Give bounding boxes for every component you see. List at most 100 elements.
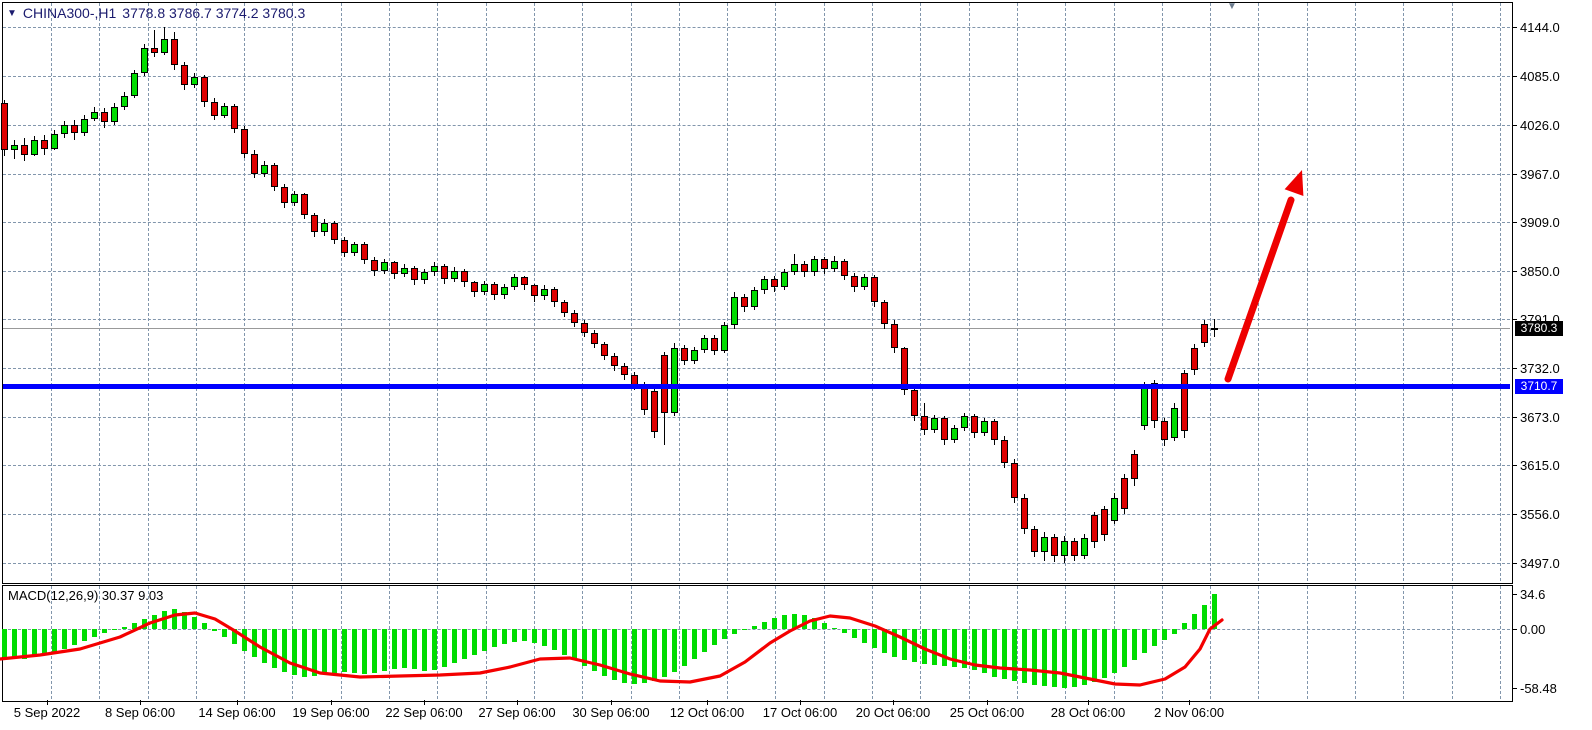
grid-line-vertical bbox=[341, 3, 342, 581]
price-axis-label: 3967.0 bbox=[1520, 167, 1560, 182]
macd-histogram-bar bbox=[702, 629, 707, 652]
last-price-line bbox=[3, 328, 1510, 329]
candle-body bbox=[971, 416, 978, 433]
time-axis-tick bbox=[611, 700, 612, 705]
macd-histogram-bar bbox=[812, 618, 817, 629]
grid-line-vertical bbox=[1452, 586, 1453, 699]
symbol-dropdown-icon[interactable]: ▼ bbox=[7, 8, 17, 19]
time-axis-label: 19 Sep 06:00 bbox=[292, 705, 369, 720]
macd-histogram-bar bbox=[1122, 629, 1127, 667]
grid-line-vertical bbox=[1403, 3, 1404, 581]
time-axis-tick bbox=[140, 700, 141, 705]
candle-body bbox=[761, 279, 768, 291]
candle-body bbox=[1171, 408, 1178, 438]
macd-histogram-bar bbox=[1172, 629, 1177, 634]
macd-histogram-bar bbox=[462, 629, 467, 659]
candle-body bbox=[741, 297, 748, 307]
macd-histogram-bar bbox=[1102, 629, 1107, 678]
grid-line-vertical bbox=[824, 586, 825, 699]
macd-histogram-bar bbox=[572, 629, 577, 660]
macd-histogram-bar bbox=[1152, 629, 1157, 646]
macd-histogram-bar bbox=[542, 629, 547, 646]
macd-histogram-bar bbox=[752, 626, 757, 629]
candle-body bbox=[751, 290, 758, 307]
macd-histogram-bar bbox=[272, 629, 277, 668]
grid-line-vertical bbox=[1307, 586, 1308, 699]
macd-histogram-bar bbox=[1032, 629, 1037, 685]
candle-body bbox=[521, 277, 528, 285]
macd-histogram-bar bbox=[2, 629, 7, 657]
candle-body bbox=[591, 333, 598, 345]
grid-line-vertical bbox=[727, 3, 728, 581]
time-axis-tick bbox=[237, 700, 238, 705]
grid-line-vertical bbox=[1210, 586, 1211, 699]
candle-body bbox=[91, 112, 98, 119]
macd-histogram-bar bbox=[1082, 629, 1087, 685]
mt4-chart-window: ▼ CHINA300-,H1 3778.8 3786.7 3774.2 3780… bbox=[0, 0, 1592, 730]
macd-histogram-bar bbox=[202, 623, 207, 629]
candle-body bbox=[321, 223, 328, 233]
candle-body bbox=[351, 244, 358, 253]
grid-line-vertical bbox=[437, 3, 438, 581]
candle-body bbox=[501, 287, 508, 295]
macd-histogram-bar bbox=[192, 617, 197, 629]
candle-body bbox=[31, 140, 38, 155]
candle-body bbox=[1021, 498, 1028, 529]
macd-histogram-bar bbox=[612, 629, 617, 680]
price-axis-tick bbox=[1512, 465, 1517, 466]
macd-histogram-bar bbox=[92, 629, 97, 637]
candle-body bbox=[771, 279, 778, 287]
macd-histogram-bar bbox=[1192, 614, 1197, 629]
macd-histogram-bar bbox=[712, 629, 717, 645]
macd-histogram-bar bbox=[642, 629, 647, 683]
time-axis-label: 30 Sep 06:00 bbox=[572, 705, 649, 720]
grid-line-vertical bbox=[727, 586, 728, 699]
grid-line-vertical bbox=[1065, 3, 1066, 581]
macd-indicator-label: MACD(12,26,9) 30.37 9.03 bbox=[8, 588, 163, 603]
price-axis-label: 3615.0 bbox=[1520, 458, 1560, 473]
macd-histogram-bar bbox=[872, 629, 877, 648]
macd-histogram-bar bbox=[532, 629, 537, 643]
candle-body bbox=[581, 323, 588, 333]
grid-line-vertical bbox=[1258, 3, 1259, 581]
candle-body bbox=[151, 48, 158, 53]
candle-body bbox=[601, 344, 608, 356]
candle-body bbox=[371, 260, 378, 271]
last-price-badge: 3780.3 bbox=[1515, 321, 1563, 336]
horizontal-line-object[interactable] bbox=[3, 384, 1510, 389]
macd-histogram-bar bbox=[832, 628, 837, 629]
candle-body bbox=[1141, 388, 1148, 426]
macd-histogram-bar bbox=[152, 615, 157, 629]
macd-histogram-bar bbox=[382, 629, 387, 671]
candle-body bbox=[301, 194, 308, 215]
candle-body bbox=[931, 418, 938, 430]
candle-body bbox=[671, 348, 678, 413]
candle-body bbox=[561, 302, 568, 313]
macd-histogram-bar bbox=[892, 629, 897, 657]
candle-body bbox=[171, 39, 178, 66]
macd-histogram-bar bbox=[1212, 594, 1217, 629]
candle-body bbox=[651, 391, 658, 432]
scroll-shift-marker-icon[interactable]: ▼ bbox=[1227, 1, 1237, 12]
grid-line-vertical bbox=[389, 586, 390, 699]
candle-body bbox=[531, 285, 538, 296]
macd-histogram-bar bbox=[932, 629, 937, 665]
candle-body bbox=[1191, 348, 1198, 370]
macd-histogram-bar bbox=[852, 629, 857, 638]
candle-body bbox=[1201, 324, 1208, 343]
grid-line-vertical bbox=[775, 586, 776, 699]
grid-line-vertical bbox=[582, 3, 583, 581]
macd-histogram-bar bbox=[22, 629, 27, 659]
candle-body bbox=[1001, 440, 1008, 463]
candle-body bbox=[1181, 373, 1188, 431]
macd-histogram-bar bbox=[1042, 629, 1047, 686]
macd-histogram-bar bbox=[1162, 629, 1167, 640]
macd-histogram-bar bbox=[1182, 623, 1187, 629]
macd-histogram-bar bbox=[792, 614, 797, 629]
macd-histogram-bar bbox=[992, 629, 997, 677]
macd-histogram-bar bbox=[432, 629, 437, 670]
macd-histogram-bar bbox=[632, 629, 637, 684]
grid-line-vertical bbox=[969, 586, 970, 699]
macd-histogram-bar bbox=[1202, 605, 1207, 629]
candle-body bbox=[231, 106, 238, 129]
